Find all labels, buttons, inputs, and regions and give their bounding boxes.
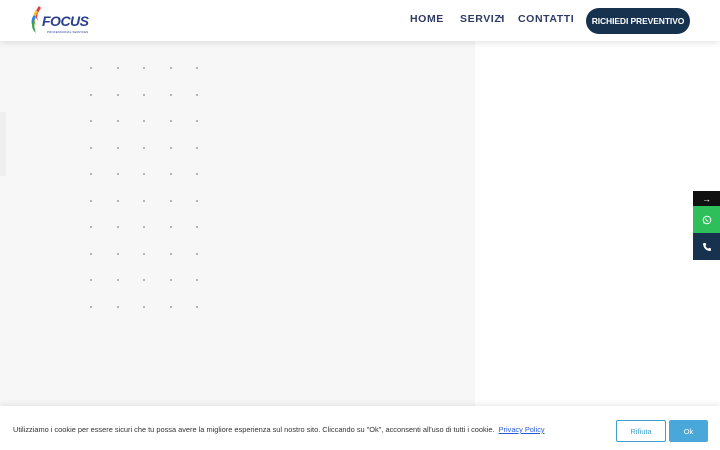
grid-dot [90,305,92,308]
grid-dot [196,173,198,175]
grid-dot [196,199,198,202]
grid-dot [143,67,145,69]
hero-right-panel [475,41,720,406]
grid-dot [90,199,92,202]
grid-dot [90,120,92,122]
nav-contatti[interactable]: CONTATTI [518,13,574,25]
reject-cookies-button[interactable]: Rifiuta [616,420,666,442]
focus-logo[interactable]: FOCUS PROFESSIONAL SERVICES [30,5,89,35]
grid-dot [169,93,172,96]
grid-dot [116,146,119,149]
grid-dot [90,279,92,281]
grid-dot [116,173,119,175]
grid-dot [196,93,198,96]
grid-dot [196,226,198,228]
logo-wordmark: FOCUS [42,13,89,29]
chevron-down-icon[interactable] [498,14,504,20]
grid-dot [143,252,145,255]
grid-dot [169,173,172,175]
grid-dot [196,252,198,255]
grid-dot [116,279,119,281]
left-edge-strip [0,112,6,176]
grid-dot [169,120,172,122]
grid-dot [90,146,92,149]
grid-dot [169,67,172,69]
grid-dot [90,93,92,96]
cookie-message: Utilizziamo i cookie per essere sicuri c… [13,425,545,434]
grid-dot [116,252,119,255]
logo-tagline: PROFESSIONAL SERVICES [47,30,89,34]
request-quote-button[interactable]: RICHIEDI PREVENTIVO [586,8,690,34]
grid-dot [169,279,172,281]
accept-cookies-button[interactable]: Ok [669,420,708,442]
grid-dot [143,226,145,228]
grid-dot [169,146,172,149]
grid-dot [116,199,119,202]
grid-dot [116,67,119,69]
grid-dot [169,252,172,255]
arrow-right-icon: → [702,193,711,204]
page: FOCUS PROFESSIONAL SERVICES HOME SERVIZI… [0,0,720,450]
phone-button[interactable] [693,233,720,260]
grid-dot [143,199,145,202]
grid-dot [143,305,145,308]
grid-dot [90,173,92,175]
grid-dot [116,120,119,122]
nav-home[interactable]: HOME [410,13,444,25]
grid-dot [196,279,198,281]
grid-dot [196,146,198,149]
side-arrow-button[interactable]: → [693,191,720,206]
phone-icon [702,242,711,251]
grid-dot [116,305,119,308]
whatsapp-icon [702,215,711,224]
grid-dot [116,226,119,228]
cookie-text: Utilizziamo i cookie per essere sicuri c… [13,425,495,434]
grid-dot [196,305,198,308]
grid-dot [143,146,145,149]
grid-dot [169,305,172,308]
grid-dot [169,199,172,202]
site-header: FOCUS PROFESSIONAL SERVICES HOME SERVIZI… [0,0,720,41]
grid-dot [169,226,172,228]
grid-dot [90,67,92,69]
grid-dot [90,252,92,255]
cookie-banner: Utilizziamo i cookie per essere sicuri c… [0,406,720,450]
grid-dot [143,173,145,175]
grid-dot [196,120,198,122]
hero-left-panel [0,41,475,406]
whatsapp-button[interactable] [693,206,720,233]
privacy-policy-link[interactable]: Privacy Policy [499,425,545,434]
decorative-dot-grid [90,67,200,308]
grid-dot [90,226,92,228]
grid-dot [143,93,145,96]
grid-dot [143,120,145,122]
grid-dot [196,67,198,69]
grid-dot [143,279,145,281]
grid-dot [116,93,119,96]
